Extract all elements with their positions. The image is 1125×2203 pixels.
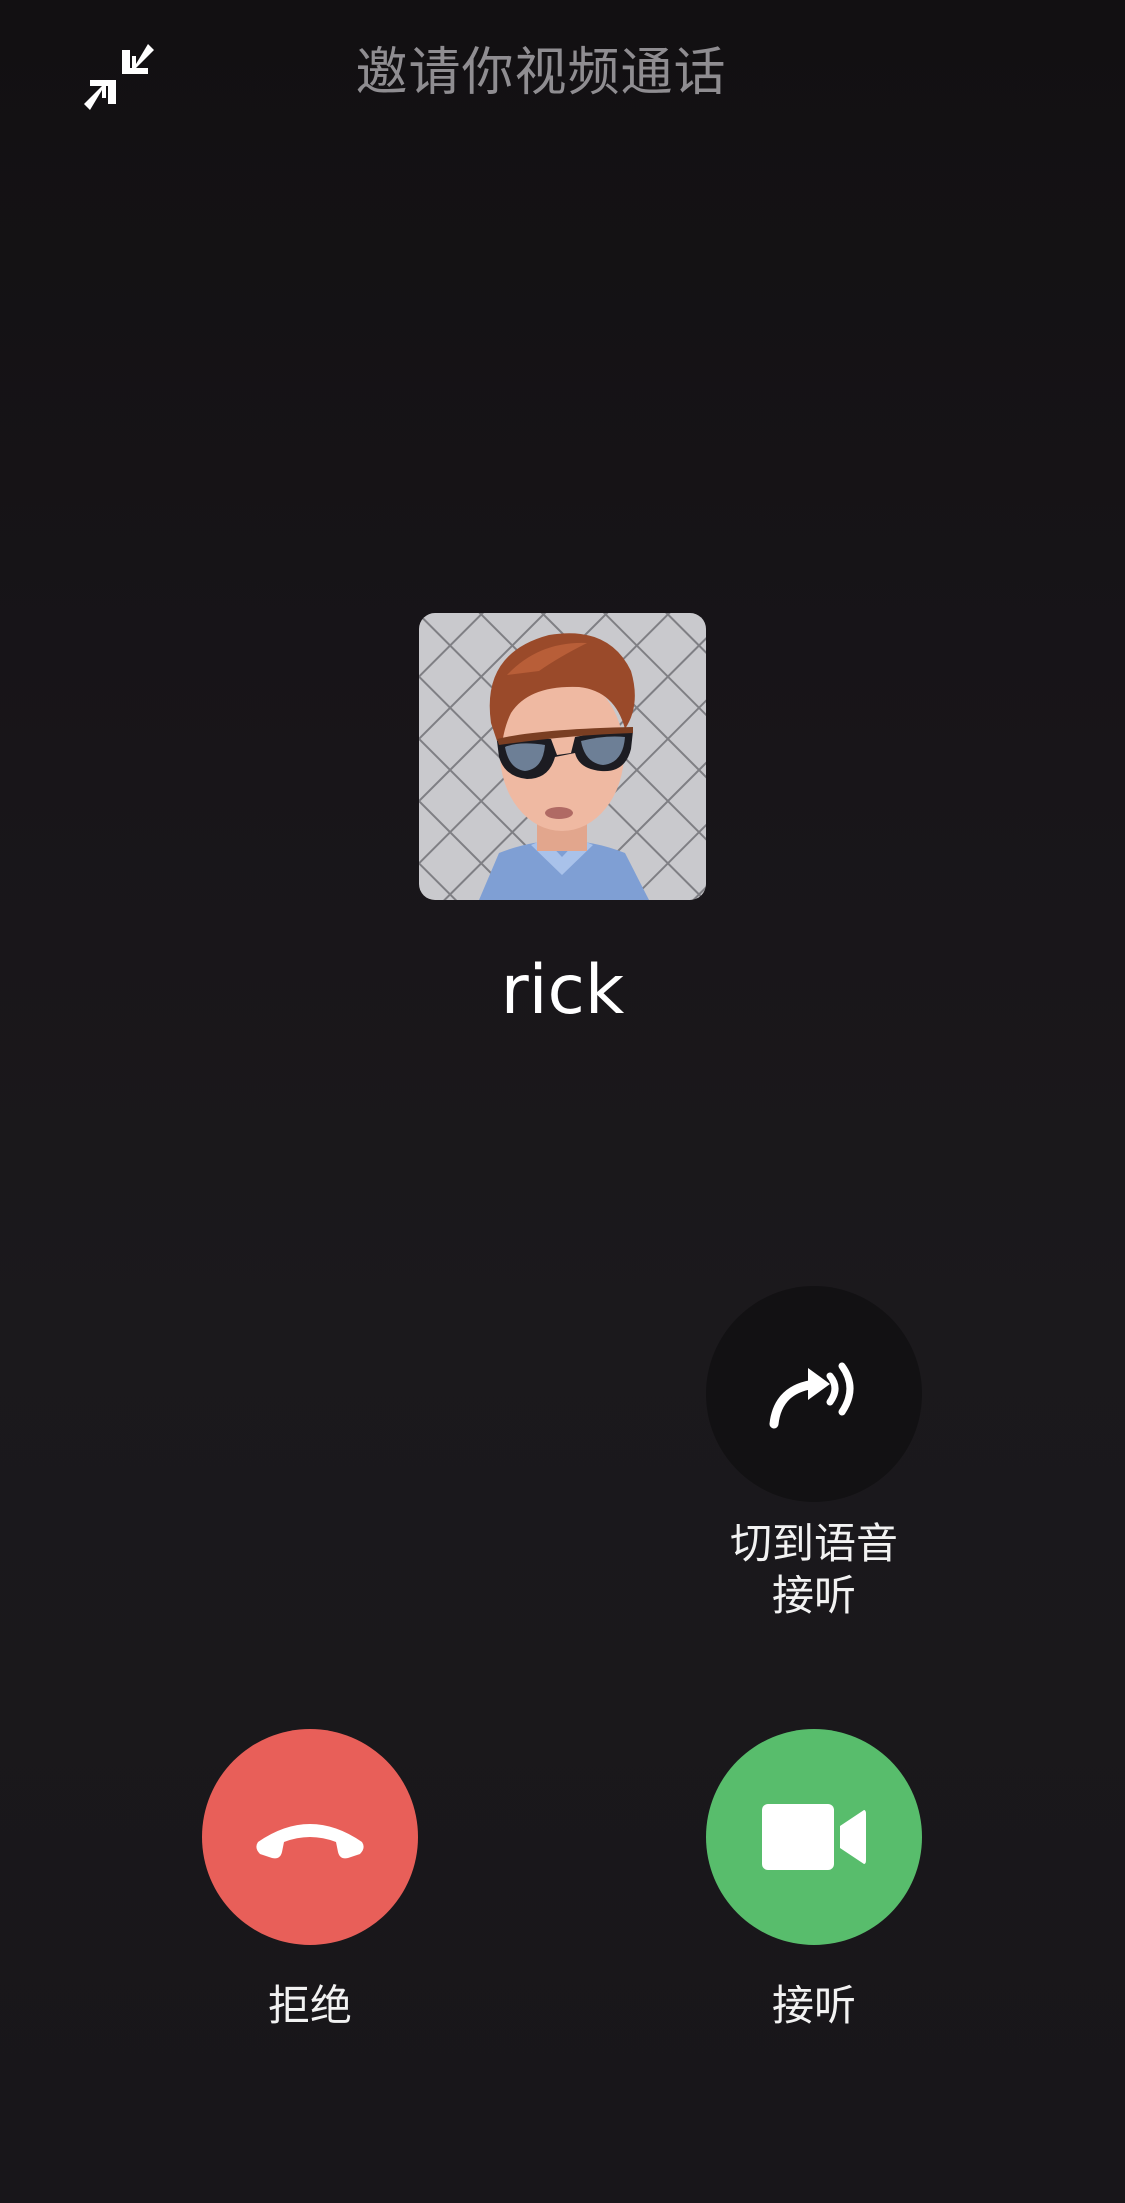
switch-to-voice-label-line2: 接听 [771, 1571, 856, 1620]
decline-button[interactable] [202, 1729, 418, 1945]
switch-to-voice-button[interactable] [706, 1286, 922, 1502]
hang-up-phone-icon [256, 1824, 364, 1859]
accept-video-button[interactable] [706, 1729, 922, 1945]
switch-to-voice-label: 切到语音 接听 [664, 1518, 964, 1622]
switch-to-voice-label-line1: 切到语音 [729, 1519, 898, 1568]
decline-label: 拒绝 [267, 1981, 352, 2030]
caller-avatar [419, 613, 706, 900]
accept-label: 接听 [771, 1981, 856, 2030]
caller-name: rick [500, 951, 625, 1030]
call-invitation-title: 邀请你视频通话 [355, 43, 727, 103]
video-camera-icon [762, 1804, 866, 1870]
switch-to-voice-icon [769, 1362, 854, 1429]
